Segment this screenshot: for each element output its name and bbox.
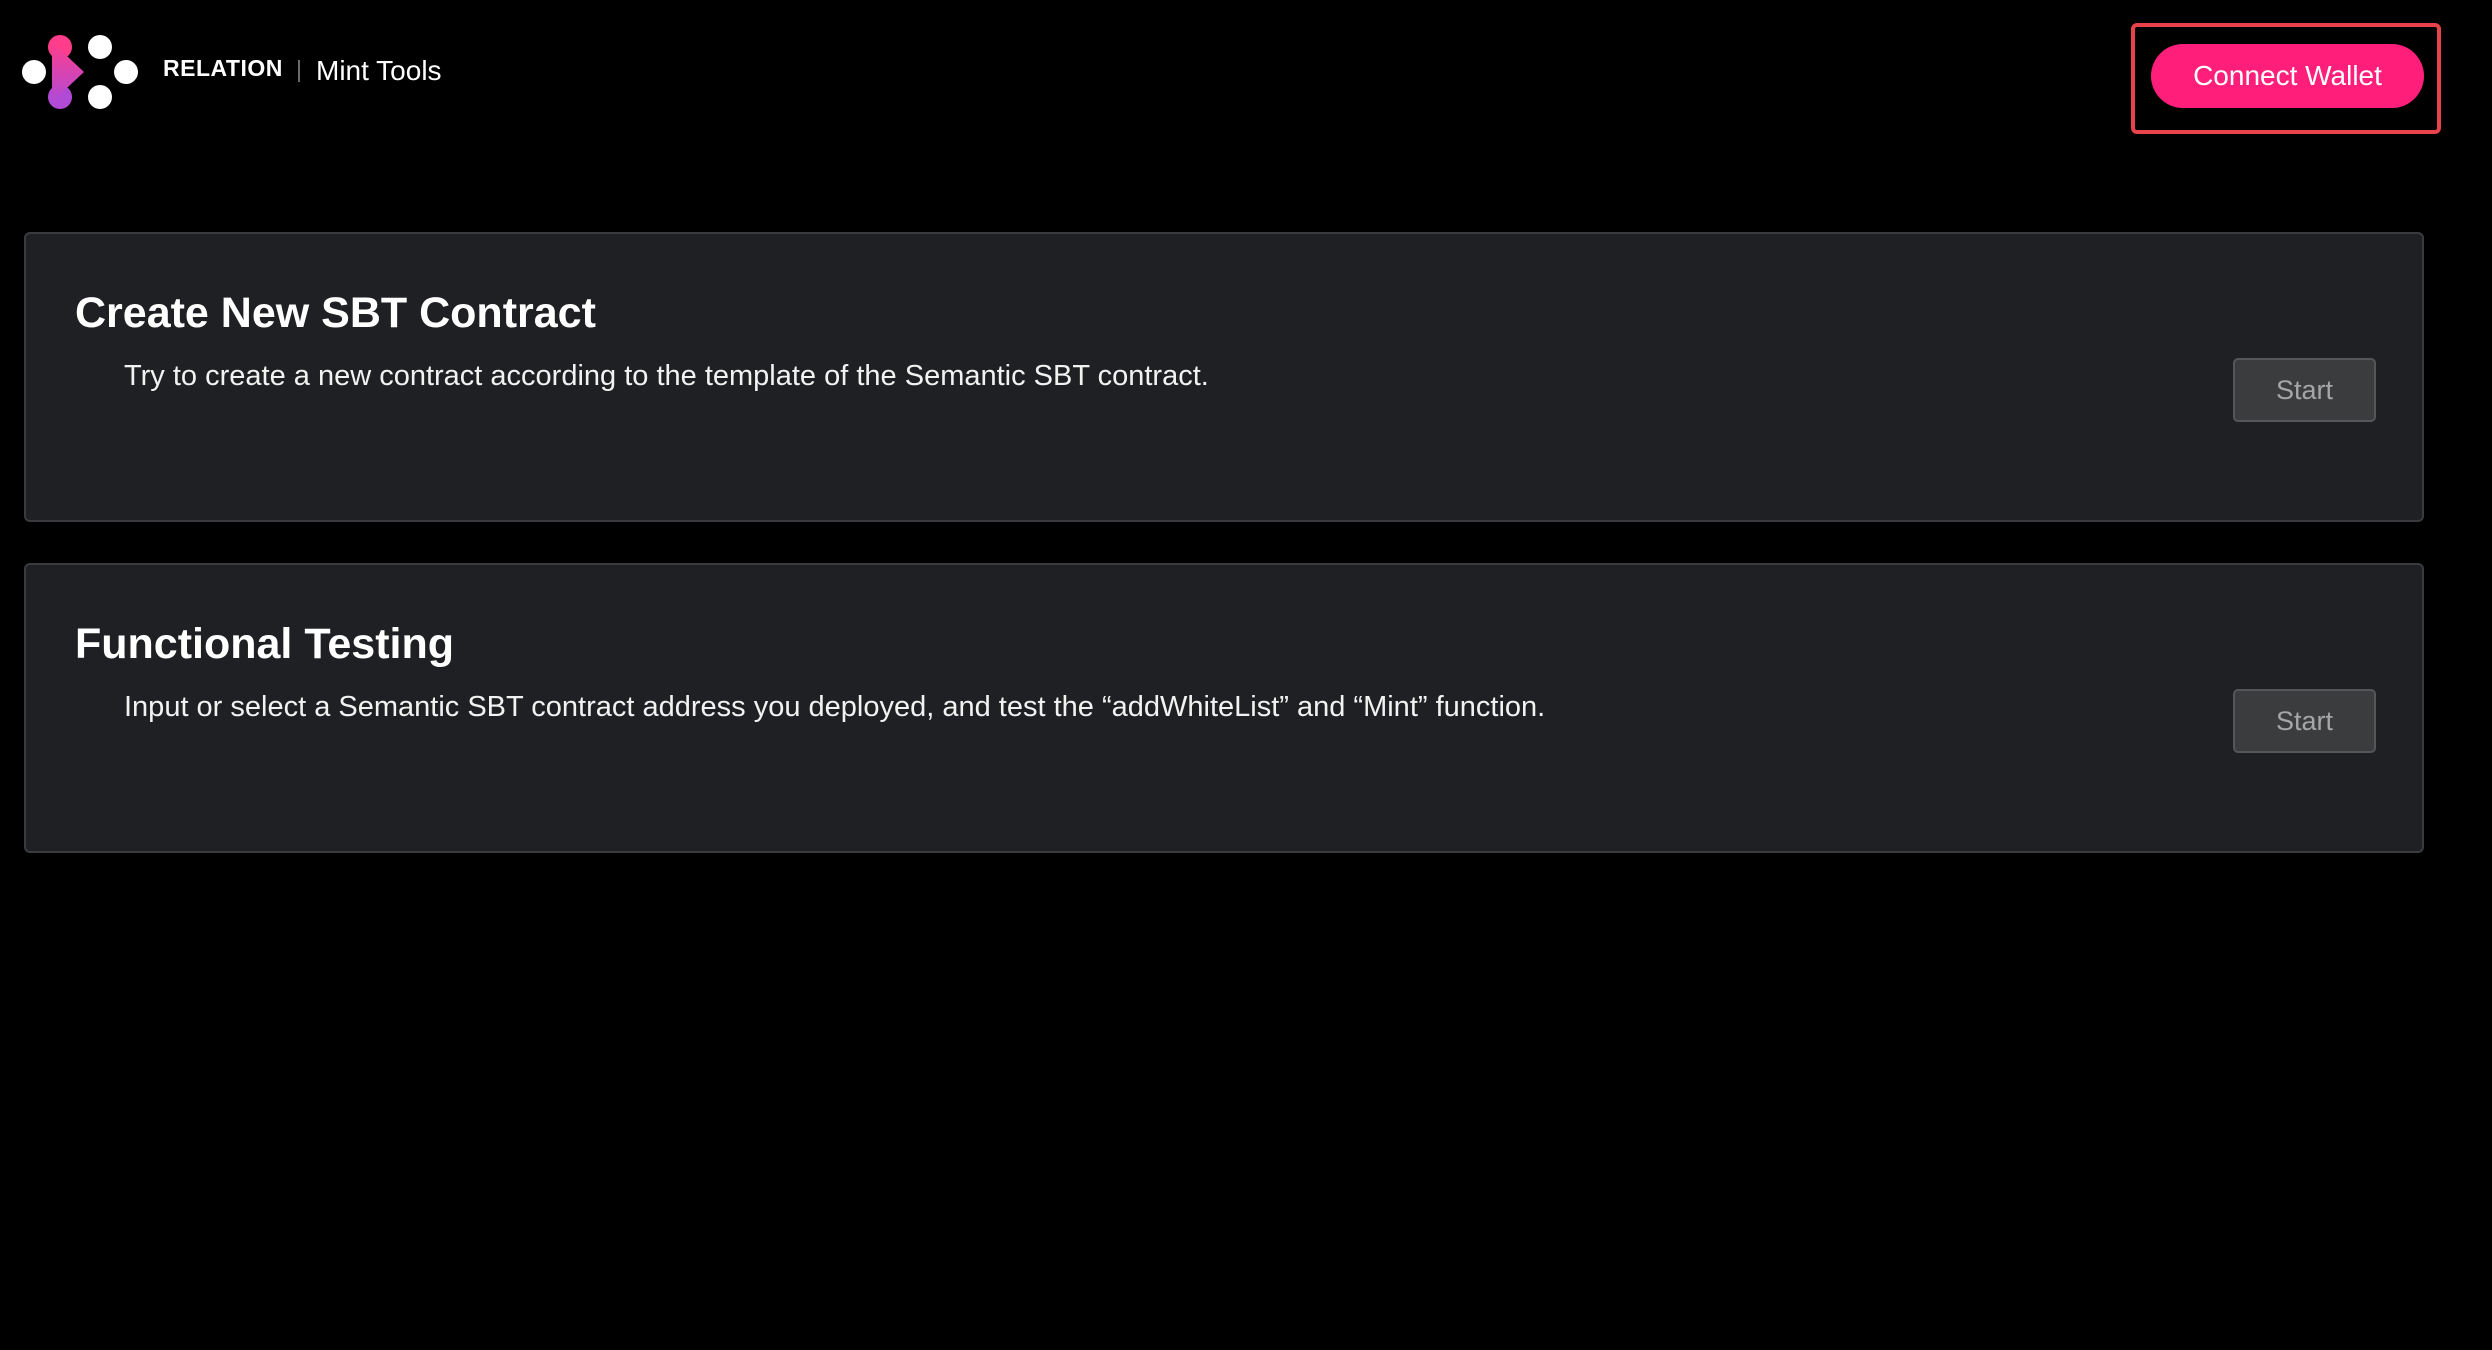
card-title: Functional Testing: [75, 620, 455, 668]
page: RELATION Mint Tools Connect Wallet Creat…: [0, 0, 2492, 1350]
start-functional-testing-button[interactable]: Start: [2233, 689, 2376, 753]
relation-logo-icon: [22, 35, 138, 109]
card-description: Try to create a new contract according t…: [124, 360, 1209, 392]
top-header: RELATION Mint Tools Connect Wallet: [0, 0, 2492, 150]
product-name: Mint Tools: [316, 55, 442, 86]
card-description: Input or select a Semantic SBT contract …: [124, 691, 1546, 723]
card-create-sbt-contract: Create New SBT Contract Try to create a …: [24, 232, 2424, 522]
brand-name: RELATION: [163, 55, 283, 81]
card-title: Create New SBT Contract: [75, 289, 596, 337]
connect-wallet-button[interactable]: Connect Wallet: [2151, 44, 2424, 108]
start-create-contract-button[interactable]: Start: [2233, 358, 2376, 422]
brand-divider: [298, 60, 300, 82]
card-functional-testing: Functional Testing Input or select a Sem…: [24, 563, 2424, 853]
